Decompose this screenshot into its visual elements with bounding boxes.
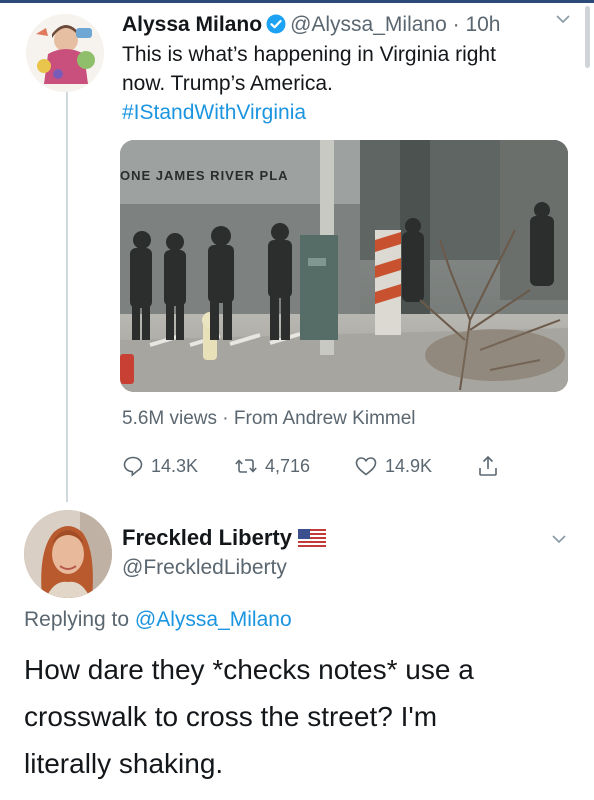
author-name[interactable]: Alyssa Milano [122, 13, 262, 36]
tweet-text: This is what’s happening in Virginia rig… [122, 40, 572, 98]
reply-author-name[interactable]: Freckled Liberty [122, 525, 292, 550]
tweet-text-line: This is what’s happening in Virginia rig… [122, 43, 496, 66]
avatar[interactable] [26, 14, 104, 92]
chevron-down-icon[interactable] [550, 530, 568, 552]
video-source[interactable]: From Andrew Kimmel [234, 408, 416, 429]
heart-icon [355, 457, 377, 476]
tweet-header: Alyssa Milano @Alyssa_Milano · 10h [122, 10, 584, 40]
views-separator: · [217, 408, 234, 429]
us-flag-icon [297, 529, 326, 547]
like-count: 14.9K [385, 455, 433, 476]
hashtag-link[interactable]: #IStandWithVirginia [122, 98, 306, 127]
reply-button[interactable]: 14.3K [122, 452, 198, 480]
reply-avatar[interactable] [24, 510, 112, 598]
view-count: 5.6M views [122, 408, 218, 429]
retweet-icon [235, 459, 257, 473]
share-button[interactable] [477, 452, 499, 480]
reply-icon [123, 456, 143, 477]
tweet-media-image[interactable]: ONE JAMES RIVER PLA [120, 140, 568, 392]
reply-author-name-row: Freckled Liberty [122, 524, 326, 552]
replying-to-label: Replying to [24, 608, 135, 631]
view-count-line: 5.6M views · From Andrew Kimmel [122, 406, 416, 432]
replying-to-handle[interactable]: @Alyssa_Milano [135, 608, 292, 631]
top-border [0, 0, 594, 3]
share-icon [479, 455, 497, 476]
reply-text-line: literally shaking. [24, 748, 224, 779]
reply-text-line: crosswalk to cross the street? I'm [24, 701, 438, 732]
scrollbar-thumb[interactable] [585, 6, 590, 68]
tweet-time[interactable]: 10h [465, 13, 500, 36]
like-button[interactable]: 14.9K [354, 452, 432, 480]
verified-badge-icon [266, 14, 286, 34]
tweet-actions: 14.3K 4,716 14.9K [122, 452, 582, 480]
reply-text: How dare they *checks notes* use a cross… [24, 646, 584, 787]
reply-count: 14.3K [151, 455, 199, 476]
replying-to-line: Replying to @Alyssa_Milano [24, 606, 292, 634]
tweet-text-line: now. Trump’s America. [122, 72, 333, 95]
chevron-down-icon[interactable] [554, 10, 572, 32]
meta-separator: · [446, 13, 466, 36]
avatar-illustration [26, 14, 104, 92]
building-sign-text: ONE JAMES RIVER PLA [120, 168, 289, 183]
reply-author-handle[interactable]: @FreckledLiberty [122, 554, 287, 582]
retweet-count: 4,716 [265, 455, 311, 476]
reply-avatar-photo [24, 510, 112, 598]
author-handle[interactable]: @Alyssa_Milano [290, 13, 447, 36]
retweet-button[interactable]: 4,716 [234, 452, 310, 480]
thread-connector-line [66, 92, 68, 502]
reply-text-line: How dare they *checks notes* use a [24, 654, 474, 685]
street-scene-image: ONE JAMES RIVER PLA [120, 140, 568, 392]
